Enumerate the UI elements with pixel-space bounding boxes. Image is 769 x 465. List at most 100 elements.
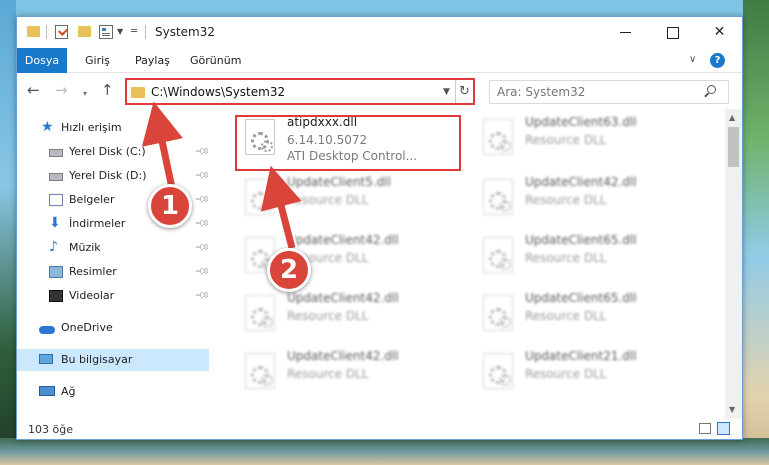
- pin-icon[interactable]: 📌︎: [189, 284, 214, 309]
- sidebar-item-this-pc[interactable]: Bu bilgisayar: [17, 349, 209, 371]
- toolbar-separator: [46, 25, 47, 39]
- search-input[interactable]: [490, 81, 700, 103]
- tab-file[interactable]: Dosya: [17, 48, 67, 73]
- details-view-icon[interactable]: [699, 423, 711, 434]
- recent-locations-button[interactable]: ▾: [83, 86, 87, 102]
- status-bar: 103 öğe: [17, 419, 742, 439]
- file-type: Resource DLL: [287, 367, 369, 381]
- file-item[interactable]: UpdateClient42.dll Resource DLL: [237, 349, 457, 401]
- chevron-down-icon[interactable]: ▼: [443, 87, 450, 97]
- sidebar-item-pictures[interactable]: Resimler 📌︎: [17, 261, 210, 283]
- file-name: UpdateClient42.dll: [525, 175, 637, 189]
- dll-file-icon: [245, 353, 275, 389]
- folder-icon: [131, 87, 145, 98]
- sidebar-item-onedrive[interactable]: OneDrive: [17, 317, 209, 339]
- pin-icon[interactable]: 📌︎: [189, 236, 214, 261]
- sidebar-item-label: Ağ: [61, 385, 76, 398]
- sidebar-item-label: Hızlı erişim: [61, 121, 122, 134]
- file-type: Resource DLL: [525, 193, 607, 207]
- ribbon-tabs: Dosya Giriş Paylaş Görünüm ∨ ?: [17, 48, 742, 73]
- toolbar-separator: [145, 25, 146, 39]
- tiles-view-icon[interactable]: [717, 422, 730, 435]
- refresh-button[interactable]: ↻: [455, 80, 473, 103]
- navigation-pane: ★ Hızlı erişim Yerel Disk (C:) 📌︎ Yerel …: [17, 109, 210, 419]
- chevron-down-icon[interactable]: ▼: [117, 27, 123, 36]
- address-path[interactable]: C:\Windows\System32: [151, 85, 285, 99]
- file-highlight-box: [235, 115, 461, 171]
- maximize-button[interactable]: [649, 17, 696, 48]
- item-count: 103 öğe: [28, 423, 73, 436]
- sidebar-item-music[interactable]: ♪ Müzik 📌︎: [17, 237, 210, 259]
- scroll-up-icon[interactable]: ▲: [729, 113, 735, 122]
- drive-icon: [49, 149, 63, 157]
- properties-check-icon[interactable]: [55, 25, 68, 39]
- step-badge-2: 2: [267, 248, 311, 292]
- file-name: UpdateClient42.dll: [287, 349, 399, 363]
- pc-icon: [39, 354, 53, 364]
- properties-icon[interactable]: [99, 25, 113, 39]
- sidebar-item-quick-access[interactable]: ★ Hızlı erişim: [17, 117, 209, 139]
- file-name: UpdateClient21.dll: [525, 349, 637, 363]
- up-button[interactable]: ↑: [101, 82, 114, 98]
- help-icon[interactable]: ?: [710, 53, 725, 68]
- desktop-background-right: [743, 0, 769, 465]
- sidebar-item-label: Resimler: [69, 265, 117, 278]
- file-item[interactable]: UpdateClient63.dll Resource DLL: [475, 115, 695, 167]
- file-type: Resource DLL: [287, 309, 369, 323]
- pin-icon[interactable]: 📌︎: [189, 188, 214, 213]
- pin-icon[interactable]: 📌︎: [189, 164, 214, 189]
- search-icon[interactable]: [707, 85, 716, 94]
- dll-file-icon: [483, 353, 513, 389]
- pin-icon[interactable]: 📌︎: [189, 140, 214, 165]
- music-icon: ♪: [49, 239, 58, 255]
- file-item[interactable]: UpdateClient5.dll Resource DLL: [237, 175, 457, 227]
- sidebar-item-local-disk-d[interactable]: Yerel Disk (D:) 📌︎: [17, 165, 210, 187]
- file-item[interactable]: UpdateClient42.dll Resource DLL: [475, 175, 695, 227]
- pin-icon[interactable]: 📌︎: [189, 260, 214, 285]
- vertical-scrollbar[interactable]: ▲ ▼: [725, 109, 742, 421]
- window-title: System32: [155, 25, 216, 39]
- dll-file-icon: [245, 179, 275, 215]
- pictures-icon: [49, 266, 63, 278]
- desktop-background-bottom: [0, 438, 769, 465]
- dll-file-icon: [483, 179, 513, 215]
- sidebar-item-local-disk-c[interactable]: Yerel Disk (C:) 📌︎: [17, 141, 210, 163]
- file-item[interactable]: UpdateClient21.dll Resource DLL: [475, 349, 695, 401]
- file-explorer-window: ▼ ═ System32 ✕ Dosya Giriş Paylaş Görünü…: [16, 16, 743, 440]
- network-icon: [39, 386, 55, 396]
- dll-file-icon: [483, 295, 513, 331]
- ribbon-expand-icon[interactable]: ∨: [689, 54, 696, 65]
- file-name: UpdateClient65.dll: [525, 291, 637, 305]
- sidebar-item-network[interactable]: Ağ: [17, 381, 209, 403]
- forward-button[interactable]: →: [55, 82, 68, 98]
- navigation-bar: ← → ▾ ↑ C:\Windows\System32 ▼ ↻: [17, 73, 742, 108]
- tab-share[interactable]: Paylaş: [125, 48, 180, 73]
- file-type: Resource DLL: [287, 193, 369, 207]
- pin-icon[interactable]: 📌︎: [189, 212, 214, 237]
- file-item[interactable]: UpdateClient65.dll Resource DLL: [475, 291, 695, 343]
- tab-home[interactable]: Giriş: [75, 48, 120, 73]
- cloud-icon: [39, 326, 55, 334]
- customize-toolbar-icon[interactable]: ═: [131, 26, 137, 37]
- file-name: UpdateClient65.dll: [525, 233, 637, 247]
- dll-file-icon: [245, 295, 275, 331]
- sidebar-item-videos[interactable]: Videolar 📌︎: [17, 285, 210, 307]
- scroll-down-icon[interactable]: ▼: [729, 405, 735, 414]
- scroll-thumb[interactable]: [728, 127, 739, 167]
- close-button[interactable]: ✕: [696, 17, 743, 48]
- minimize-button[interactable]: [602, 17, 649, 48]
- file-type: Resource DLL: [525, 309, 607, 323]
- sidebar-item-label: İndirmeler: [69, 217, 126, 230]
- download-icon: ⬇: [49, 215, 61, 231]
- file-item[interactable]: UpdateClient65.dll Resource DLL: [475, 233, 695, 285]
- sidebar-item-label: Müzik: [69, 241, 101, 254]
- file-item[interactable]: UpdateClient42.dll Resource DLL: [237, 291, 457, 343]
- address-bar[interactable]: C:\Windows\System32 ▼ ↻: [125, 78, 475, 105]
- tab-view[interactable]: Görünüm: [180, 48, 251, 73]
- back-button[interactable]: ←: [27, 82, 40, 98]
- dll-file-icon: [483, 119, 513, 155]
- file-type: Resource DLL: [525, 133, 607, 147]
- file-name: UpdateClient42.dll: [287, 291, 399, 305]
- new-folder-icon[interactable]: [78, 26, 91, 37]
- search-box[interactable]: [489, 80, 729, 104]
